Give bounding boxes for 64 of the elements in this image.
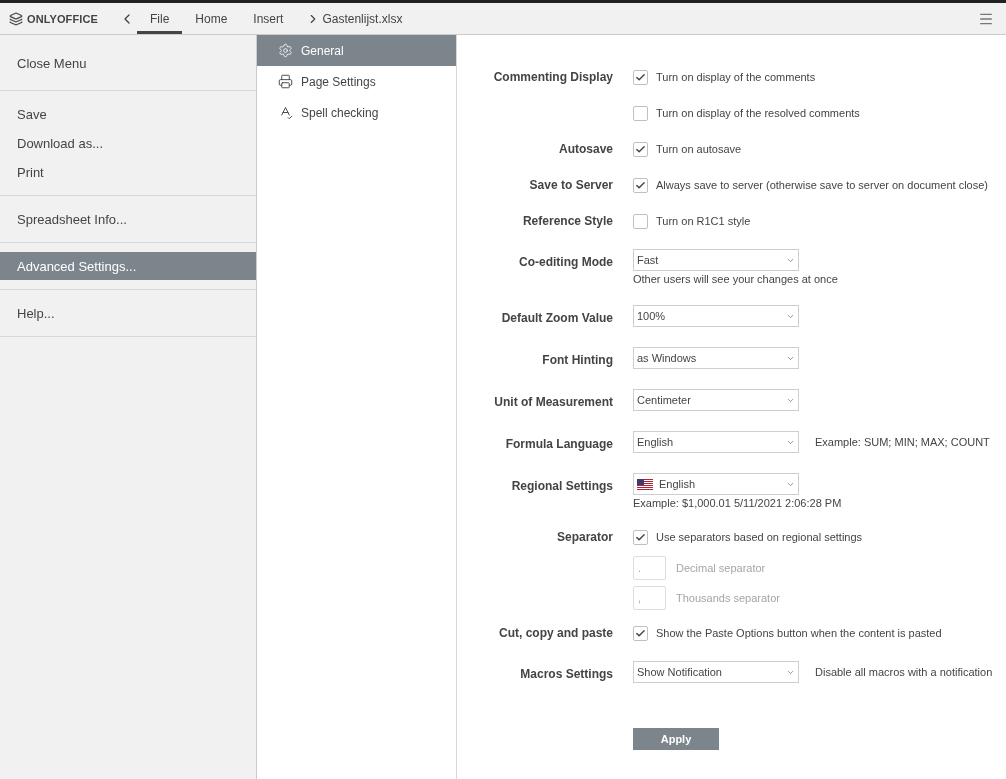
hint-text: Other users will see your changes at once bbox=[633, 273, 839, 285]
dropdown[interactable]: English bbox=[633, 473, 799, 495]
dropdown[interactable]: Centimeter bbox=[633, 389, 799, 411]
checkbox-label: Turn on display of the comments bbox=[656, 71, 816, 83]
menu-item[interactable]: Close Menu bbox=[0, 49, 256, 77]
dropdown[interactable]: as Windows bbox=[633, 347, 799, 369]
setting-label: Macros Settings bbox=[520, 666, 613, 683]
setting-label: Unit of Measurement bbox=[494, 394, 613, 411]
setting-label: Formula Language bbox=[505, 436, 613, 453]
setting-label: Font Hinting bbox=[542, 352, 613, 369]
printer-icon bbox=[278, 74, 293, 89]
field-label: Decimal separator bbox=[676, 562, 766, 574]
menu-item[interactable]: Advanced Settings... bbox=[0, 252, 256, 280]
checkbox[interactable] bbox=[633, 625, 648, 641]
setting-label: Default Zoom Value bbox=[501, 310, 613, 327]
checkbox-label: Turn on R1C1 style bbox=[656, 215, 751, 227]
setting-label: Regional Settings bbox=[511, 478, 613, 495]
hint-text: Example: $1,000.01 5/11/2021 2:06:28 PM bbox=[633, 497, 843, 509]
dropdown[interactable]: English bbox=[633, 431, 799, 453]
example-text: Disable all macros with a notification bbox=[815, 666, 993, 678]
check-icon bbox=[635, 179, 646, 191]
setting-label: Separator bbox=[556, 529, 613, 546]
example-text: Example: SUM; MIN; MAX; COUNT bbox=[815, 436, 990, 448]
checkbox[interactable] bbox=[633, 529, 648, 545]
checkbox[interactable] bbox=[633, 177, 648, 193]
menu-tab[interactable]: Home bbox=[182, 3, 241, 34]
menu-tab[interactable]: Insert bbox=[240, 3, 297, 34]
setting-label: Autosave bbox=[558, 141, 613, 158]
checkbox[interactable] bbox=[633, 105, 648, 121]
setting-label: Reference Style bbox=[522, 213, 613, 230]
check-icon bbox=[635, 627, 646, 639]
checkbox-label: Use separators based on regional settings bbox=[656, 531, 863, 543]
settings-nav-item[interactable]: Spell checking bbox=[257, 97, 456, 128]
field-label: Thousands separator bbox=[676, 592, 780, 604]
checkbox-label: Show the Paste Options button when the content is pasted bbox=[656, 627, 942, 639]
checkbox[interactable] bbox=[633, 69, 648, 85]
dropdown[interactable]: Fast bbox=[633, 249, 799, 271]
setting-label: Co-editing Mode bbox=[519, 254, 613, 271]
checkbox[interactable] bbox=[633, 213, 648, 229]
menu-item[interactable]: Save bbox=[0, 100, 256, 128]
menu-item[interactable]: Spreadsheet Info... bbox=[0, 205, 256, 233]
document-title: Gastenlijst.xlsx bbox=[322, 11, 403, 26]
settings-nav-item[interactable]: General bbox=[257, 35, 456, 66]
logo-icon bbox=[9, 11, 23, 26]
checkbox-label: Turn on display of the resolved comments bbox=[656, 107, 860, 119]
check-icon bbox=[635, 143, 646, 155]
checkbox[interactable] bbox=[633, 141, 648, 157]
setting-label: Save to Server bbox=[529, 177, 613, 194]
check-icon bbox=[635, 71, 646, 83]
settings-nav-item[interactable]: Page Settings bbox=[257, 66, 456, 97]
checkbox-label: Always save to server (otherwise save to server on document close) bbox=[656, 179, 988, 191]
settings-icon bbox=[278, 43, 293, 58]
dropdown[interactable]: 100% bbox=[633, 305, 799, 327]
menu-item[interactable]: Help... bbox=[0, 299, 256, 327]
menu-item[interactable]: Download as... bbox=[0, 129, 256, 157]
dropdown[interactable]: Show Notification bbox=[633, 661, 799, 683]
checkbox-label: Turn on autosave bbox=[656, 143, 742, 155]
apply-button[interactable]: Apply bbox=[633, 728, 719, 750]
check-icon bbox=[635, 531, 646, 543]
setting-label: Commenting Display bbox=[493, 69, 613, 86]
spell-check-icon bbox=[278, 105, 293, 120]
setting-label: Cut, copy and paste bbox=[498, 625, 613, 642]
menu-item[interactable]: Print bbox=[0, 158, 256, 186]
logo-text: ONLYOFFICE bbox=[27, 12, 98, 25]
